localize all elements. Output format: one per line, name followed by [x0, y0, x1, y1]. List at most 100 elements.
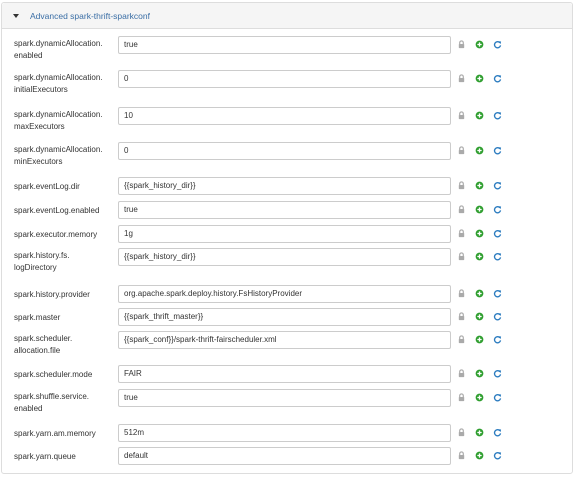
property-label-line: spark.scheduler. — [14, 334, 73, 343]
property-label: spark.dynamicAllocation. enabled — [14, 38, 114, 62]
caret-down-icon[interactable] — [13, 13, 19, 18]
property-value-input[interactable]: FAIR — [118, 365, 451, 383]
add-override-icon[interactable] — [475, 369, 484, 378]
property-label-line: spark.eventLog.dir — [14, 182, 80, 191]
property-value-input[interactable]: 10 — [118, 107, 451, 125]
property-label: spark.scheduler. allocation.file — [14, 333, 114, 357]
property-value-input[interactable]: 512m — [118, 424, 451, 442]
property-label-line: logDirectory — [14, 263, 57, 272]
property-label: spark.history.provider — [14, 289, 114, 301]
property-label-line: allocation.file — [14, 346, 61, 355]
property-value-input[interactable]: {{spark_thrift_master}} — [118, 308, 451, 326]
add-override-icon[interactable] — [475, 205, 484, 214]
add-override-icon[interactable] — [475, 289, 484, 298]
property-label-line: spark.dynamicAllocation. — [14, 145, 103, 154]
refresh-icon[interactable] — [493, 40, 502, 49]
add-override-icon[interactable] — [475, 335, 484, 344]
property-label-line: spark.history.fs. — [14, 251, 70, 260]
refresh-icon[interactable] — [493, 205, 502, 214]
property-label: spark.history.fs. logDirectory — [14, 250, 114, 274]
add-override-icon[interactable] — [475, 40, 484, 49]
refresh-icon[interactable] — [493, 335, 502, 344]
refresh-icon[interactable] — [493, 181, 502, 190]
property-value-input[interactable]: 1g — [118, 225, 451, 243]
lock-icon[interactable] — [457, 335, 466, 344]
property-value-input[interactable]: true — [118, 36, 451, 54]
refresh-icon[interactable] — [493, 393, 502, 402]
refresh-icon[interactable] — [493, 451, 502, 460]
add-override-icon[interactable] — [475, 146, 484, 155]
lock-icon[interactable] — [457, 393, 466, 402]
property-label: spark.shuffle.service. enabled — [14, 391, 114, 415]
lock-icon[interactable] — [457, 40, 466, 49]
property-label-line: spark.executor.memory — [14, 230, 98, 239]
property-value-input[interactable]: 0 — [118, 142, 451, 160]
property-value-input[interactable]: org.apache.spark.deploy.history.FsHistor… — [118, 285, 451, 303]
property-label: spark.scheduler.mode — [14, 369, 114, 381]
property-value-input[interactable]: {{spark_history_dir}} — [118, 248, 451, 266]
lock-icon[interactable] — [457, 181, 466, 190]
lock-icon[interactable] — [457, 111, 466, 120]
property-label-line: enabled — [14, 51, 43, 60]
property-label: spark.yarn.am.memory — [14, 428, 114, 440]
property-label-line: spark.master — [14, 313, 61, 322]
refresh-icon[interactable] — [493, 369, 502, 378]
lock-icon[interactable] — [457, 289, 466, 298]
lock-icon[interactable] — [457, 229, 466, 238]
lock-icon[interactable] — [457, 451, 466, 460]
property-label-line: spark.eventLog.enabled — [14, 206, 100, 215]
refresh-icon[interactable] — [493, 229, 502, 238]
add-override-icon[interactable] — [475, 252, 484, 261]
property-label: spark.yarn.queue — [14, 451, 114, 463]
property-label: spark.executor.memory — [14, 229, 114, 241]
lock-icon[interactable] — [457, 312, 466, 321]
property-label-line: spark.dynamicAllocation. — [14, 39, 103, 48]
lock-icon[interactable] — [457, 369, 466, 378]
property-value-input[interactable]: 0 — [118, 70, 451, 88]
refresh-icon[interactable] — [493, 428, 502, 437]
config-panel: Advanced spark-thrift-sparkconf spark.dy… — [1, 2, 573, 474]
property-label: spark.dynamicAllocation. maxExecutors — [14, 109, 114, 133]
property-label-line: spark.history.provider — [14, 290, 90, 299]
lock-icon[interactable] — [457, 74, 466, 83]
lock-icon[interactable] — [457, 146, 466, 155]
property-value-input[interactable]: true — [118, 389, 451, 407]
add-override-icon[interactable] — [475, 74, 484, 83]
section-title[interactable]: Advanced spark-thrift-sparkconf — [30, 11, 150, 21]
refresh-icon[interactable] — [493, 146, 502, 155]
property-value-input[interactable]: true — [118, 201, 451, 219]
refresh-icon[interactable] — [493, 289, 502, 298]
property-label: spark.master — [14, 312, 114, 324]
add-override-icon[interactable] — [475, 111, 484, 120]
property-label: spark.dynamicAllocation. minExecutors — [14, 144, 114, 168]
property-label: spark.eventLog.enabled — [14, 205, 114, 217]
lock-icon[interactable] — [457, 428, 466, 437]
add-override-icon[interactable] — [475, 229, 484, 238]
section-header[interactable]: Advanced spark-thrift-sparkconf — [2, 3, 572, 29]
property-label-line: spark.scheduler.mode — [14, 370, 93, 379]
add-override-icon[interactable] — [475, 312, 484, 321]
property-label-line: initialExecutors — [14, 85, 68, 94]
property-value-input[interactable]: {{spark_history_dir}} — [118, 177, 451, 195]
property-label-line: spark.dynamicAllocation. — [14, 110, 103, 119]
add-override-icon[interactable] — [475, 428, 484, 437]
property-label-line: spark.yarn.am.memory — [14, 429, 96, 438]
property-label-line: spark.yarn.queue — [14, 452, 76, 461]
refresh-icon[interactable] — [493, 312, 502, 321]
property-label-line: minExecutors — [14, 157, 63, 166]
property-value-input[interactable]: default — [118, 447, 451, 465]
add-override-icon[interactable] — [475, 451, 484, 460]
property-label-line: maxExecutors — [14, 122, 65, 131]
add-override-icon[interactable] — [475, 393, 484, 402]
property-label: spark.dynamicAllocation. initialExecutors — [14, 72, 114, 96]
property-label-line: enabled — [14, 404, 43, 413]
lock-icon[interactable] — [457, 205, 466, 214]
add-override-icon[interactable] — [475, 181, 484, 190]
refresh-icon[interactable] — [493, 111, 502, 120]
refresh-icon[interactable] — [493, 74, 502, 83]
property-label-line: spark.dynamicAllocation. — [14, 73, 103, 82]
property-value-input[interactable]: {{spark_conf}}/spark-thrift-fairschedule… — [118, 331, 451, 349]
property-label: spark.eventLog.dir — [14, 181, 114, 193]
refresh-icon[interactable] — [493, 252, 502, 261]
lock-icon[interactable] — [457, 252, 466, 261]
